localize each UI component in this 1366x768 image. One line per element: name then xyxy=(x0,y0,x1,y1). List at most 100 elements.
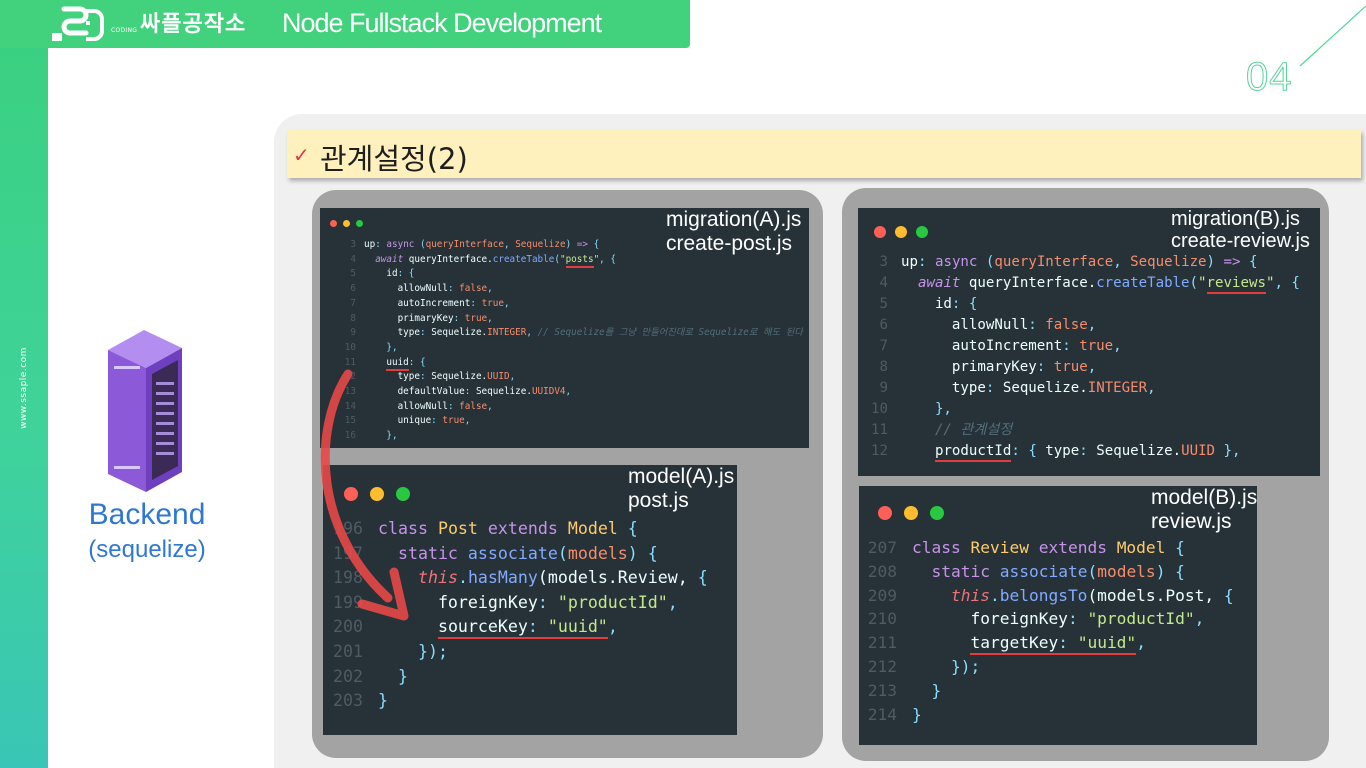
code-token: await xyxy=(917,275,969,291)
code-token: id xyxy=(364,268,398,280)
code-token: Sequelize xyxy=(1130,254,1207,270)
logo-text: 싸플공작소 xyxy=(140,12,247,37)
code-token: , xyxy=(1147,380,1156,396)
code-block: 207 class Review extends Model {208 stati… xyxy=(867,536,1234,726)
code-token: : xyxy=(431,415,443,427)
code-token: }, xyxy=(901,401,952,417)
close-dot-icon xyxy=(874,226,886,238)
code-token: Sequelize. xyxy=(431,371,488,383)
code-line: 4 await queryInterface.createTable("post… xyxy=(342,253,803,268)
code-token: createTable xyxy=(492,253,555,265)
code-token: UUIDV4 xyxy=(531,386,566,398)
code-token: queryInterface. xyxy=(968,275,1097,291)
code-token: "productId" xyxy=(1087,609,1195,629)
code-line: 12 productId: { type: Sequelize.UUID }, xyxy=(868,441,1300,462)
file-label: model(B).js review.js xyxy=(1151,486,1257,533)
code-token: : xyxy=(1079,443,1097,459)
code-line: 201 }); xyxy=(331,640,708,665)
maximize-dot-icon xyxy=(356,220,363,227)
code-token: Sequelize xyxy=(515,239,566,250)
code-token: : xyxy=(447,400,460,412)
code-token: , { xyxy=(599,253,616,265)
line-number: 7 xyxy=(350,297,356,309)
code-token: , xyxy=(1113,254,1131,270)
code-token: { xyxy=(968,296,978,312)
code-token: ) xyxy=(565,239,577,250)
code-token: reviews xyxy=(1206,275,1266,294)
maximize-dot-icon xyxy=(916,226,928,238)
code-line: 6 allowNull: false, xyxy=(868,315,1300,336)
code-token: " xyxy=(1198,275,1207,291)
line-number: 214 xyxy=(867,704,897,724)
code-token: async xyxy=(386,239,420,250)
code-token: associate xyxy=(467,543,558,563)
code-token: allowNull xyxy=(901,317,1029,333)
line-number: 10 xyxy=(344,341,356,353)
code-token: : xyxy=(527,617,548,640)
code-token: }); xyxy=(912,656,981,676)
code-line: 11 // 관계설정 xyxy=(868,420,1300,441)
code-line: 212 }); xyxy=(867,655,1234,679)
code-line: 8 primaryKey: true, xyxy=(868,357,1300,378)
code-token: , xyxy=(503,297,510,309)
code-token: : xyxy=(985,380,1003,396)
code-line: 10 }, xyxy=(868,399,1300,420)
code-token: queryInterface xyxy=(994,254,1114,270)
code-token: posts xyxy=(565,253,594,268)
code-token: INTEGER xyxy=(1087,380,1148,396)
code-line: 6 allowNull: false, xyxy=(342,282,803,297)
slide-number: 04 xyxy=(1246,55,1293,100)
code-token: INTEGER xyxy=(487,327,527,339)
code-line: 203} xyxy=(331,689,708,714)
code-token: : xyxy=(1011,443,1029,459)
code-token: : xyxy=(1067,609,1088,629)
code-token: extends xyxy=(487,519,568,538)
line-number: 208 xyxy=(867,561,897,581)
file-label-secondary: review.js xyxy=(1151,509,1232,533)
file-label: model(A).js post.js xyxy=(628,465,734,512)
code-line: 211 targetKey: "uuid", xyxy=(867,631,1234,656)
code-token: Sequelize. xyxy=(431,327,488,339)
line-number: 8 xyxy=(879,359,889,375)
code-token: "uuid" xyxy=(547,617,608,640)
server-rack-icon xyxy=(108,330,182,492)
code-token: ( xyxy=(1189,275,1199,291)
code-token: , xyxy=(487,312,493,324)
code-token: , xyxy=(667,592,678,612)
code-line: 5 id: { xyxy=(868,294,1300,315)
code-token: { xyxy=(697,568,708,588)
code-line: 210 foreignKey: "productId", xyxy=(867,607,1234,631)
code-line: 207 class Review extends Model { xyxy=(867,536,1234,560)
code-token: => xyxy=(576,239,594,250)
code-token: }, xyxy=(364,341,398,353)
code-token: ) { xyxy=(1155,561,1185,581)
code-token: class xyxy=(912,538,971,557)
line-number: 3 xyxy=(879,254,889,270)
minimize-dot-icon xyxy=(895,226,907,238)
file-label-primary: migration(B).js xyxy=(1171,208,1300,230)
line-number: 213 xyxy=(867,680,897,700)
line-number: 9 xyxy=(879,380,889,396)
code-token: , xyxy=(1087,317,1097,333)
code-line: 3 up: async (queryInterface, Sequelize) =… xyxy=(342,238,803,253)
minimize-dot-icon xyxy=(343,220,350,227)
window-dots-icon xyxy=(878,506,944,520)
header-title: Node Fullstack Development xyxy=(282,8,602,38)
backend-sublabel: (sequelize) xyxy=(88,536,206,563)
line-number: 207 xyxy=(867,538,897,557)
line-number: 12 xyxy=(871,443,888,459)
code-token: queryInterface xyxy=(425,239,504,250)
code-token: , xyxy=(1113,338,1122,354)
code-token: type xyxy=(364,327,420,339)
file-label-secondary: post.js xyxy=(628,488,689,512)
line-number: 203 xyxy=(333,691,363,711)
code-token: => xyxy=(1223,254,1249,270)
code-token: . xyxy=(457,568,468,588)
code-token: autoIncrement xyxy=(364,297,471,309)
code-token: true xyxy=(481,297,504,309)
code-token: Model xyxy=(1116,538,1176,557)
code-token: : xyxy=(1036,359,1054,375)
code-token: }, xyxy=(1215,443,1241,459)
